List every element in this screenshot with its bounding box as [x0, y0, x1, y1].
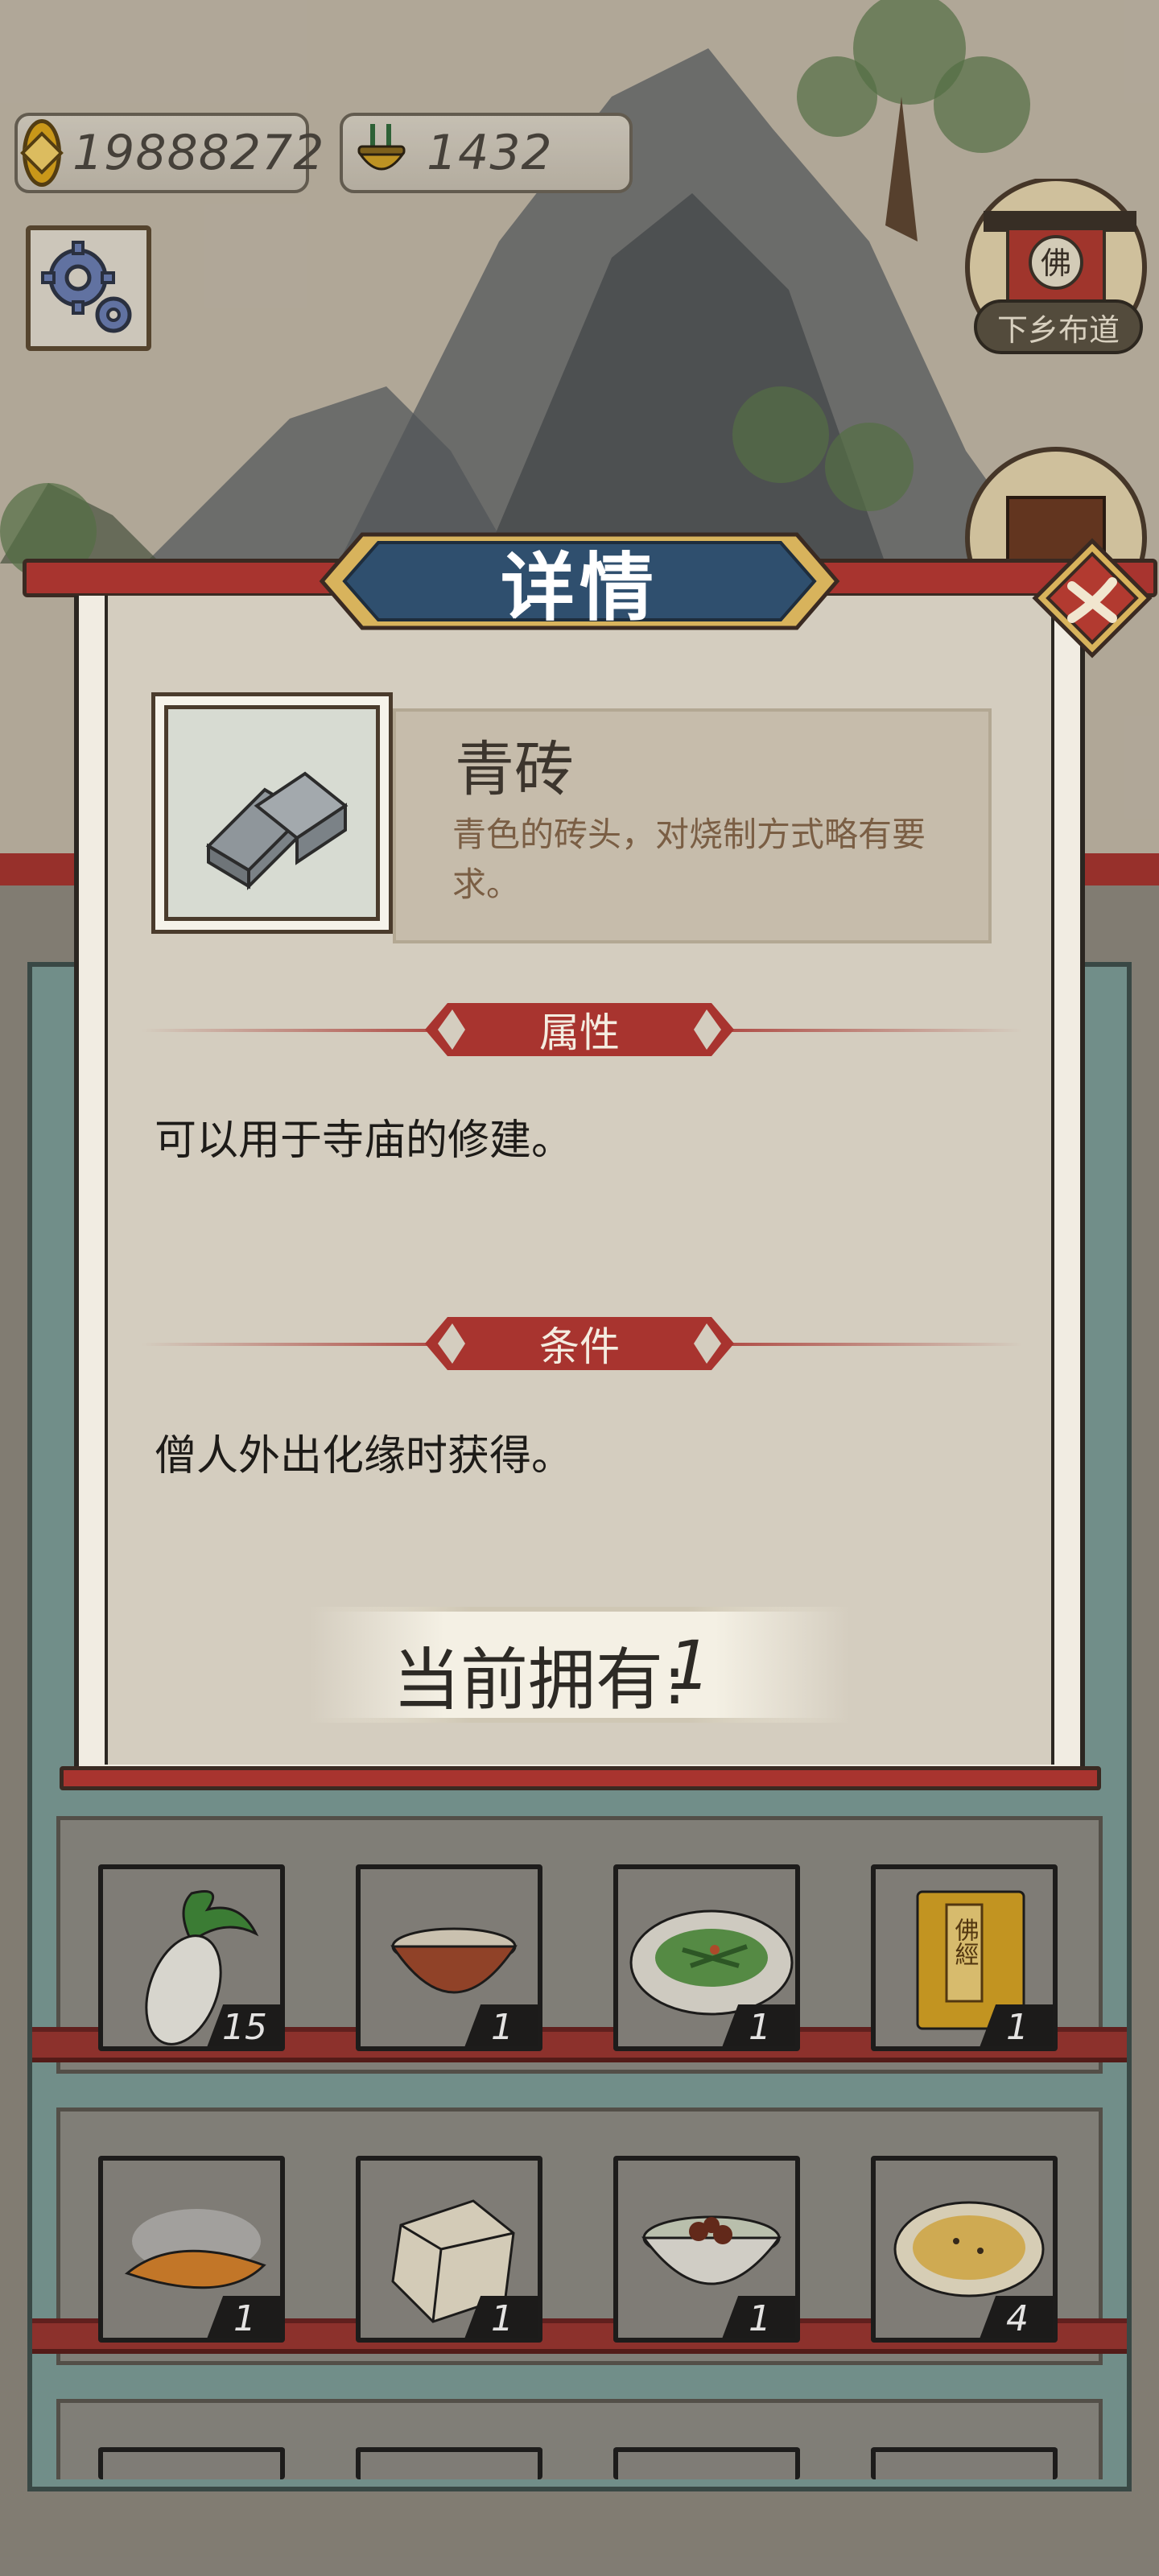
attributes-header: 属性: [539, 1009, 620, 1056]
conditions-header: 条件: [539, 1323, 620, 1370]
conditions-text: 僧人外出化缘时获得。: [155, 1432, 574, 1480]
dialog-frame-bottom: [60, 1766, 1101, 1790]
item-image: [164, 705, 380, 921]
close-button[interactable]: [1032, 538, 1153, 658]
owned-label: 当前拥有:: [393, 1641, 687, 1719]
owned-value: 1: [668, 1626, 711, 1705]
attributes-text: 可以用于寺庙的修建。: [155, 1117, 574, 1165]
item-description: 青色的砖头，对烧制方式略有要求。: [452, 815, 926, 904]
blue-brick-icon: [205, 771, 349, 890]
item-name: 青砖: [455, 735, 574, 804]
dialog-title: 详情: [500, 544, 658, 631]
owned-bar-line: [309, 1607, 850, 1612]
